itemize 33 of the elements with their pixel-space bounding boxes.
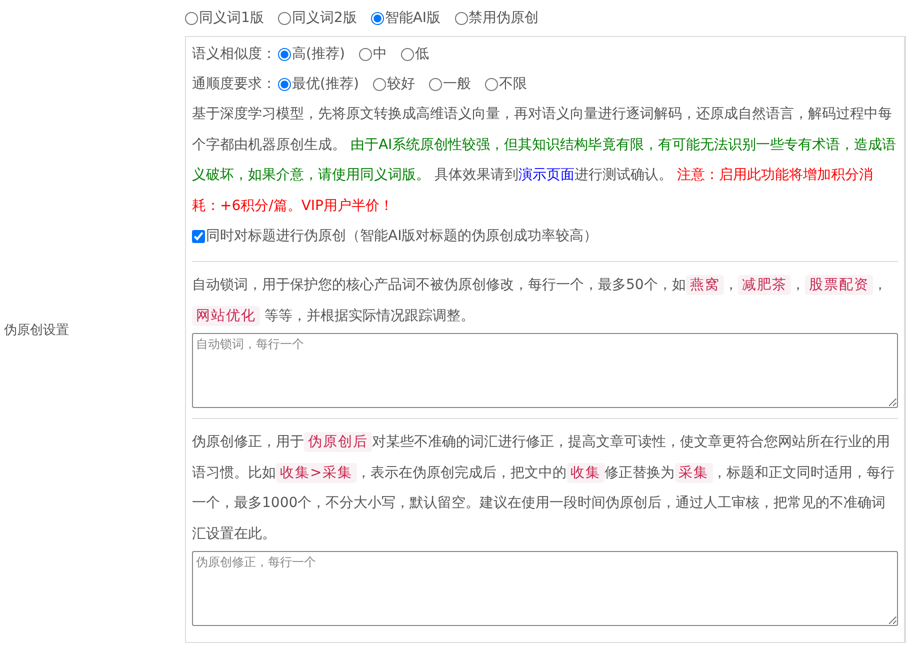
correction-field[interactable]: 伪原创修正，每行一个 (192, 551, 898, 626)
radio-button[interactable] (400, 48, 414, 60)
radio-button[interactable] (454, 12, 468, 24)
radio-label[interactable]: 最优(推荐) (292, 75, 359, 93)
radio-button[interactable] (370, 12, 384, 24)
field-label: 通顺度要求： (192, 75, 276, 93)
radio-button[interactable] (278, 78, 291, 90)
radio-label[interactable]: 中 (372, 45, 387, 63)
checkbox-label[interactable]: 同时对标题进行伪原创（智能AI版对标题的伪原创成功率较高） (206, 227, 598, 245)
correction-text: 伪原创修正，用于 伪原创后 对某些不准确的词汇进行修正，提高文章可读性，使文章更符合您网站所在行业的用语习惯。比如 收集>采集 ，表示在伪原创完成后，把文中的 收集 修正替换为 采集 ，标题和正文同时适用，每行一个，最多1000个，不分大小写，默认留空。建议在使用一段时间伪原创后，通过人工审核，把常见的不准确词汇设置在此。 (192, 431, 896, 544)
description-text: 基于深度学习模型，先将原文转换成高维语义向量，再对语义向量进行逐词解码，还原成自然语言，解码过程中每个字都由机器原创生成。 由于AI系统原创性较强，但其知识结构毕竟有限，有可能无法识别一些专有术语，造成语义破坏，如果介意，请使用同义词版。 具体效果请到演示页面进行测试确认。 注意：启用此功能将增加积分消耗：+6积分/篇。VIP用户半价！ (192, 105, 898, 216)
radio-button[interactable] (278, 12, 291, 24)
radio-button[interactable] (484, 78, 498, 90)
radio-label[interactable]: 不限 (498, 75, 527, 93)
radio-label[interactable]: 智能AI版 (384, 9, 441, 27)
radio-button[interactable] (372, 78, 386, 90)
radio-label[interactable]: 禁用伪原创 (468, 9, 539, 27)
radio-label[interactable]: 较好 (386, 75, 415, 93)
lock-words-field[interactable]: 自动锁词，每行一个 (192, 333, 898, 408)
radio-label[interactable]: 同义词2版 (292, 9, 357, 27)
radio-button[interactable] (428, 78, 442, 90)
demo-link[interactable]: 演示页面 (518, 167, 574, 183)
radio-label[interactable]: 低 (414, 45, 429, 63)
radio-button[interactable] (358, 48, 372, 60)
lock-words-text: 自动锁词，用于保护您的核心产品词不被伪原创修改，每行一个，最多50个，如 燕窝 ， 减肥茶 ， 股票配资 ， 网站优化 等等，并根据实际情况跟踪调整。 (192, 274, 888, 328)
radio-button[interactable] (185, 12, 198, 24)
radio-label[interactable]: 高(推荐) (292, 45, 345, 63)
radio-label[interactable]: 同义词1版 (199, 9, 264, 27)
radio-button[interactable] (278, 48, 291, 60)
field-label: 语义相似度： (192, 45, 276, 63)
section-label: 伪原创设置 (4, 322, 69, 339)
radio-label[interactable]: 一般 (442, 75, 471, 93)
checkbox[interactable] (192, 230, 205, 242)
